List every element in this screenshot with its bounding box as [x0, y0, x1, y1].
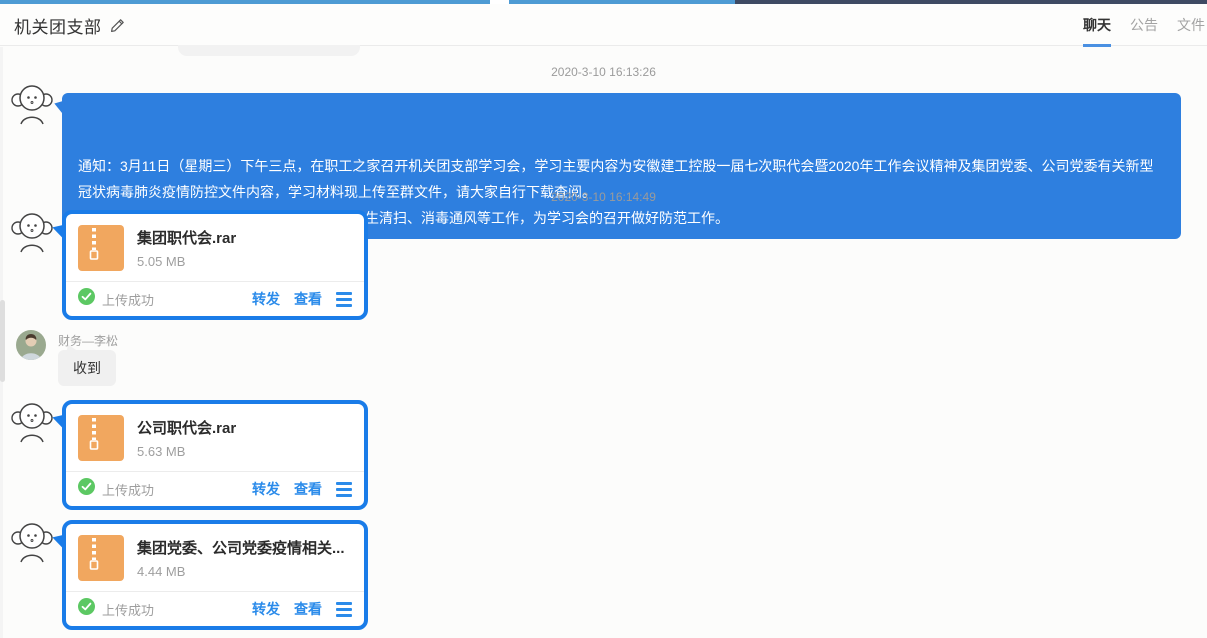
hamburger-menu-icon[interactable]: [336, 292, 352, 307]
file-card[interactable]: 集团党委、公司党委疫情相关... 4.44 MB 上传成功 转发: [62, 520, 368, 630]
reply-text: 收到: [73, 360, 101, 376]
tab-files[interactable]: 文件: [1177, 4, 1205, 46]
file-name: 集团党委、公司党委疫情相关...: [137, 537, 345, 558]
file-card[interactable]: 集团职代会.rar 5.05 MB 上传成功 转发 查看: [62, 210, 368, 320]
group-assistant-avatar[interactable]: [10, 211, 54, 253]
upload-status: 上传成功: [102, 480, 154, 499]
view-link[interactable]: 查看: [294, 599, 322, 619]
file-name: 公司职代会.rar: [137, 417, 236, 438]
bubble-tail: [51, 223, 64, 238]
scrollbar-thumb[interactable]: [0, 300, 5, 382]
view-link[interactable]: 查看: [294, 289, 322, 309]
forward-link[interactable]: 转发: [252, 479, 280, 499]
group-assistant-avatar[interactable]: [10, 401, 54, 443]
upload-status: 上传成功: [102, 290, 154, 309]
chat-header: 机关团支部 聊天 公告 文件: [0, 4, 1207, 46]
file-size: 5.05 MB: [137, 254, 236, 269]
check-circle-icon: [78, 478, 95, 500]
file-card[interactable]: 公司职代会.rar 5.63 MB 上传成功 转发 查看: [62, 400, 368, 510]
bubble-tail: [53, 100, 64, 115]
header-tabs: 聊天 公告 文件: [1064, 4, 1205, 46]
tab-announcement[interactable]: 公告: [1130, 4, 1158, 46]
file-size: 4.44 MB: [137, 564, 345, 579]
tab-chat[interactable]: 聊天: [1083, 4, 1111, 46]
bubble-tail: [51, 533, 64, 548]
message-timestamp: 2020-3-10 16:14:49: [0, 190, 1207, 204]
zip-archive-icon: [78, 415, 124, 461]
bubble-tail: [51, 413, 64, 428]
edit-title-pencil-icon[interactable]: [110, 17, 126, 33]
upload-status: 上传成功: [102, 600, 154, 619]
forward-link[interactable]: 转发: [252, 289, 280, 309]
file-name: 集团职代会.rar: [137, 227, 236, 248]
check-circle-icon: [78, 288, 95, 310]
previous-message-fragment: [178, 45, 360, 56]
hamburger-menu-icon[interactable]: [336, 602, 352, 617]
zip-archive-icon: [78, 225, 124, 271]
message-timestamp: 2020-3-10 16:13:26: [0, 65, 1207, 79]
view-link[interactable]: 查看: [294, 479, 322, 499]
forward-link[interactable]: 转发: [252, 599, 280, 619]
group-assistant-avatar[interactable]: [10, 521, 54, 563]
group-title: 机关团支部: [14, 13, 102, 38]
member-avatar[interactable]: [16, 330, 46, 360]
check-circle-icon: [78, 598, 95, 620]
file-size: 5.63 MB: [137, 444, 236, 459]
zip-archive-icon: [78, 535, 124, 581]
hamburger-menu-icon[interactable]: [336, 482, 352, 497]
group-assistant-avatar[interactable]: [10, 83, 54, 125]
reply-message-bubble: 收到: [58, 350, 116, 386]
chat-message-area: 2020-3-10 16:13:26 通知：3月11日（星期三）下午三点，在职工…: [0, 47, 1207, 638]
bubble-tail: [64, 343, 77, 353]
